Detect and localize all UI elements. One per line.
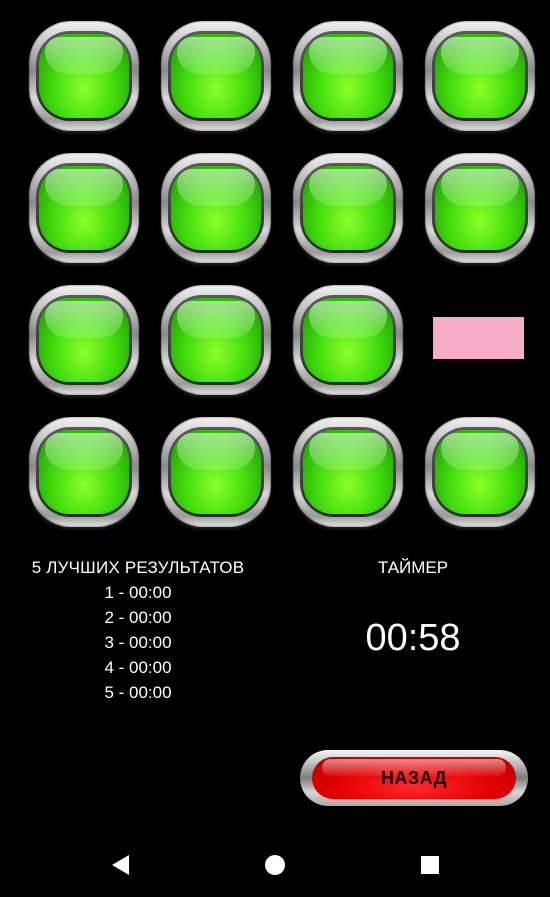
game-tile[interactable] <box>425 21 535 131</box>
game-tile[interactable] <box>29 21 139 131</box>
game-tile[interactable] <box>425 153 535 263</box>
game-tile[interactable] <box>425 417 535 527</box>
result-item: 4 - 00:00 <box>104 658 172 677</box>
timer-title: ТАЙМЕР <box>377 558 449 577</box>
system-nav-bar <box>0 832 550 897</box>
triangle-back-icon <box>111 855 129 875</box>
back-button[interactable]: НАЗАД <box>300 750 528 806</box>
square-recents-icon <box>421 856 439 874</box>
game-tile[interactable] <box>293 417 403 527</box>
nav-home-button[interactable] <box>260 850 290 880</box>
result-item: 2 - 00:00 <box>104 608 172 627</box>
game-tile[interactable] <box>161 21 271 131</box>
game-tile[interactable] <box>29 153 139 263</box>
best-results-title: 5 ЛУЧШИХ РЕЗУЛЬТАТОВ <box>31 558 245 577</box>
best-results-panel: 5 ЛУЧШИХ РЕЗУЛЬТАТОВ 1 - 00:00 2 - 00:00… <box>0 555 276 705</box>
game-tile[interactable] <box>161 285 271 395</box>
result-item: 3 - 00:00 <box>104 633 172 652</box>
game-tile[interactable] <box>29 285 139 395</box>
game-tile[interactable] <box>293 21 403 131</box>
timer-value: 00:58 <box>365 617 461 659</box>
game-tile[interactable] <box>293 285 403 395</box>
result-item: 5 - 00:00 <box>104 683 172 702</box>
back-button-label: НАЗАД <box>380 767 448 788</box>
game-tile[interactable] <box>161 417 271 527</box>
game-board <box>0 0 550 540</box>
empty-slot[interactable] <box>433 317 524 359</box>
nav-recents-button[interactable] <box>415 850 445 880</box>
game-tile[interactable] <box>161 153 271 263</box>
result-item: 1 - 00:00 <box>104 583 172 602</box>
game-tile[interactable] <box>29 417 139 527</box>
nav-back-button[interactable] <box>105 850 135 880</box>
game-tile[interactable] <box>293 153 403 263</box>
circle-home-icon <box>265 855 285 875</box>
